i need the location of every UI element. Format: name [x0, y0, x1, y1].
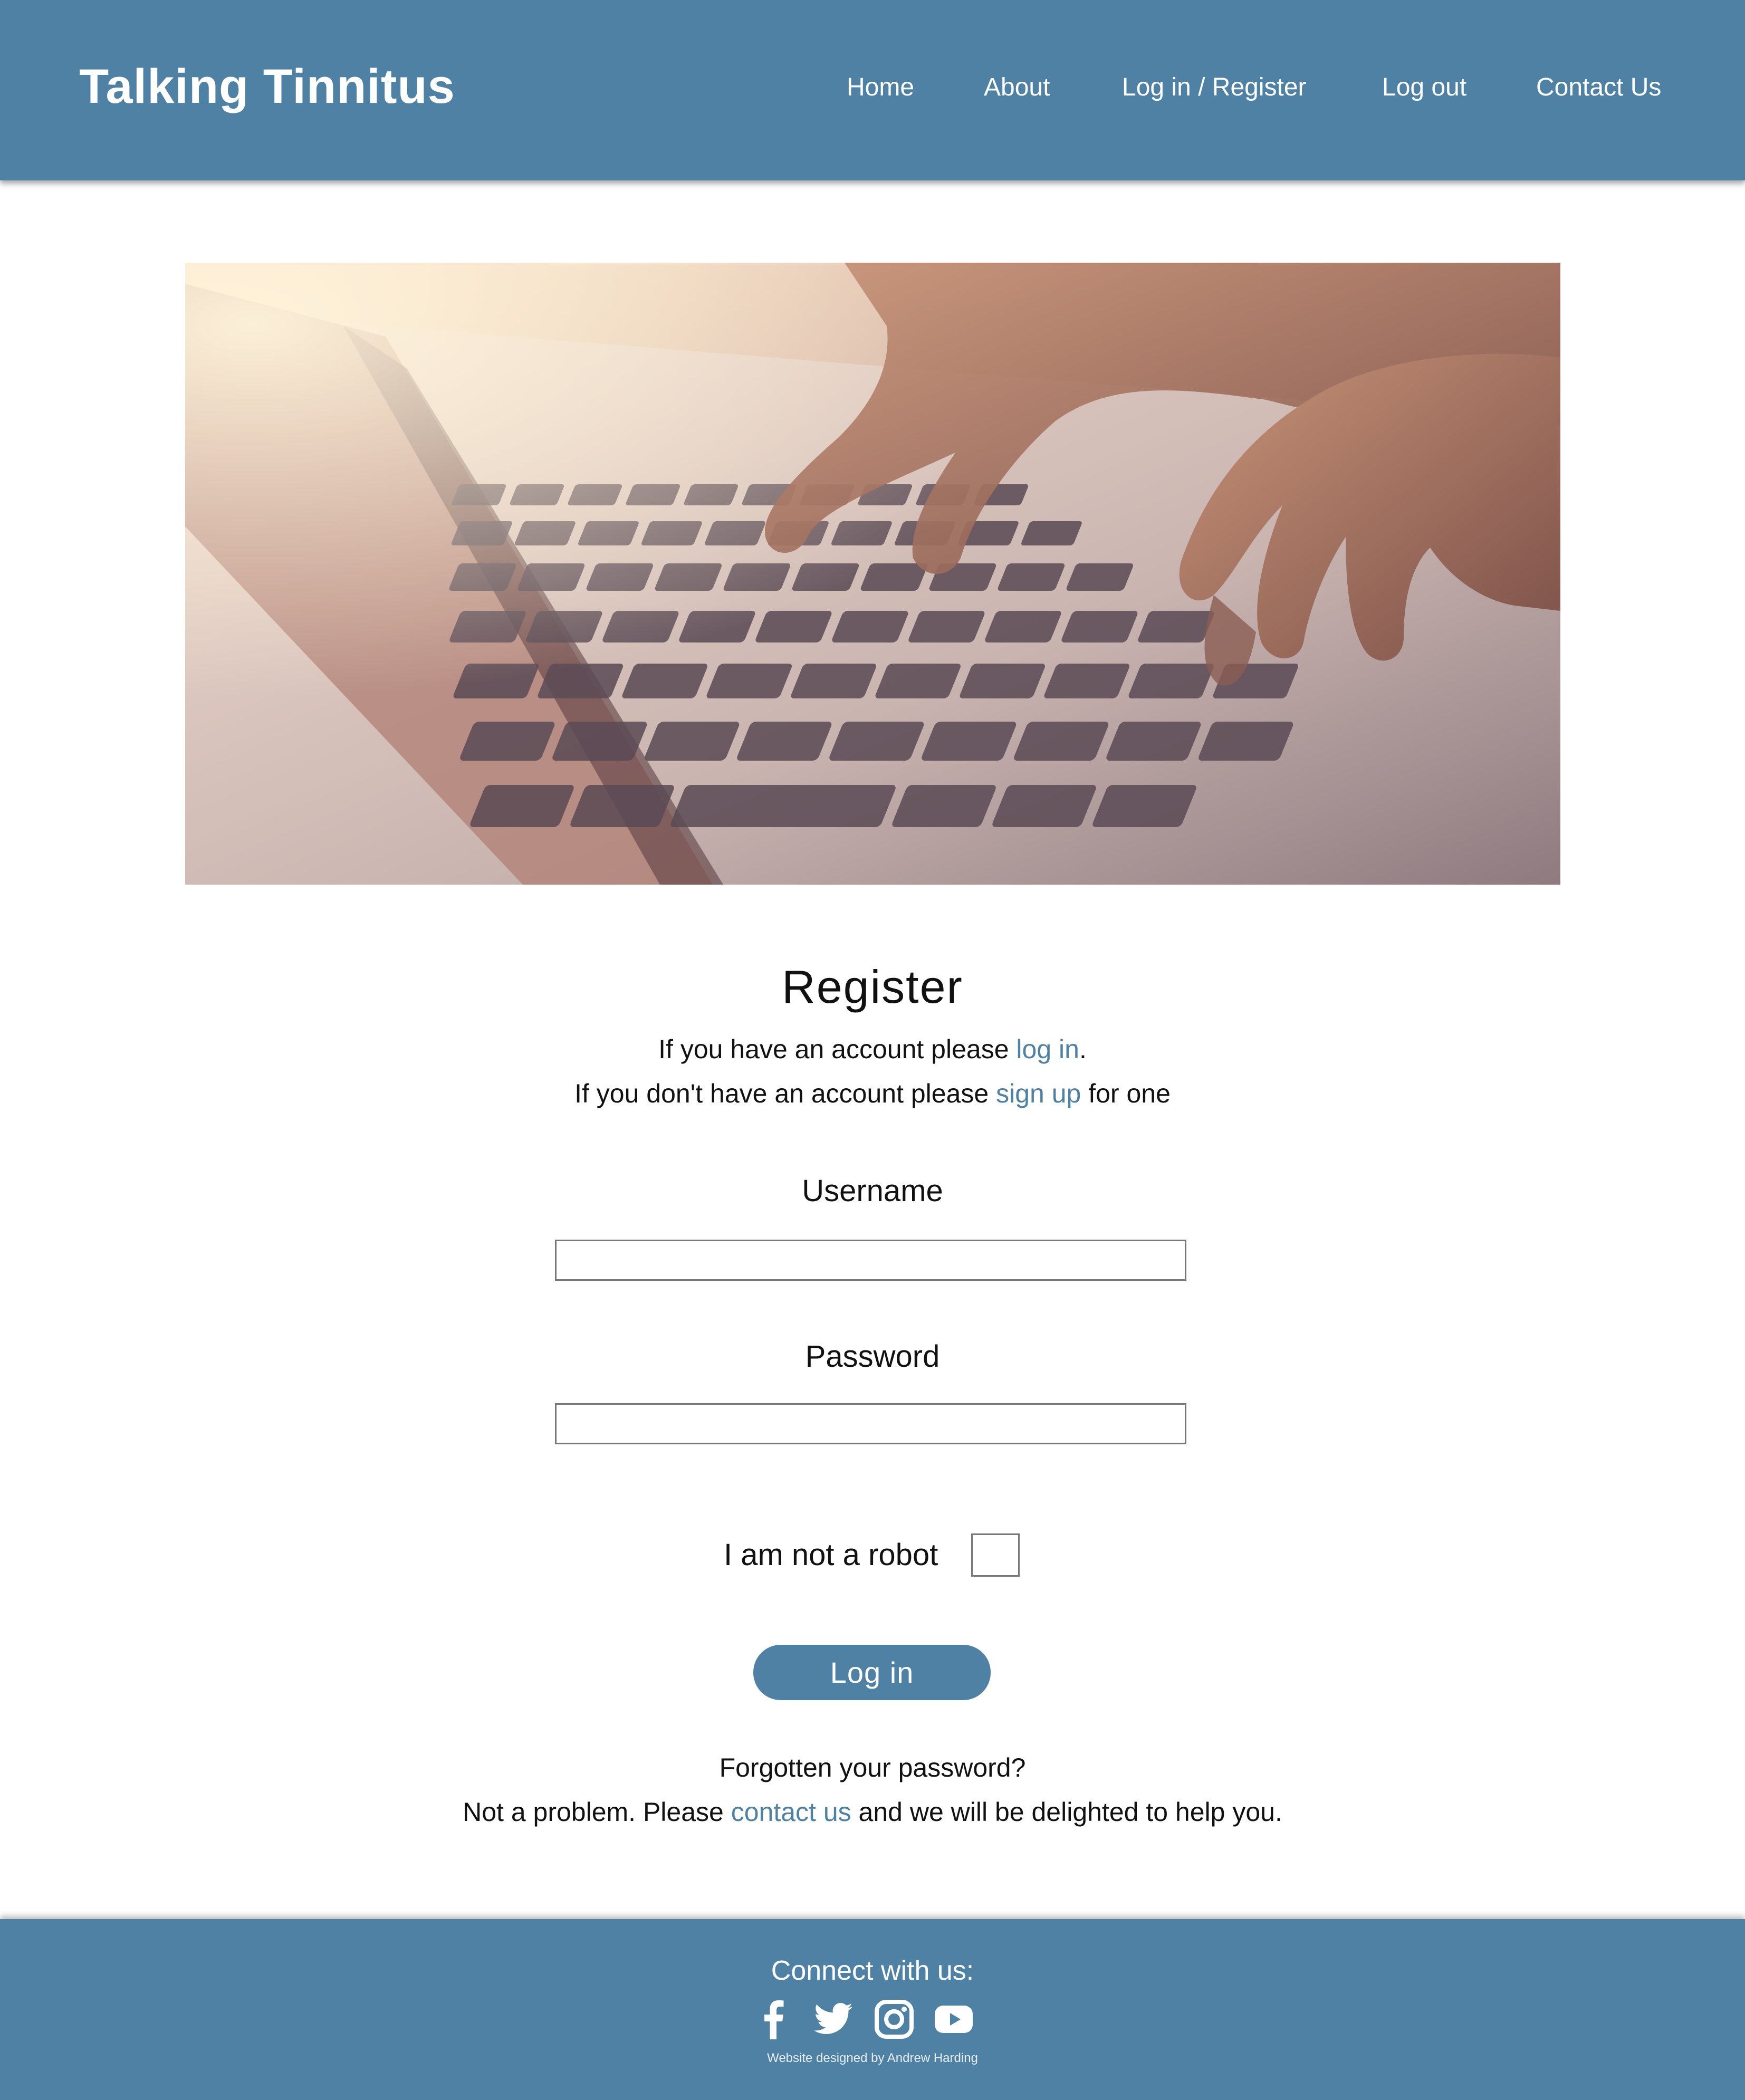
login-prompt-end: .	[1079, 1034, 1087, 1064]
login-button[interactable]: Log in	[753, 1645, 991, 1700]
signup-prompt-end: for one	[1081, 1079, 1171, 1108]
hero-image	[185, 263, 1560, 885]
laptop-typing-photo	[185, 263, 1560, 885]
main-nav: Home About Log in / Register Log out Con…	[0, 73, 1745, 104]
robot-checkbox[interactable]	[971, 1533, 1020, 1577]
signup-prompt: If you don't have an account please sign…	[0, 1078, 1745, 1109]
connect-heading: Connect with us:	[771, 1955, 974, 1986]
designer-credit: Website designed by Andrew Harding	[767, 2051, 978, 2065]
forgot-password-text: Forgotten your password?	[719, 1753, 1026, 1782]
login-prompt: If you have an account please log in.	[0, 1034, 1745, 1065]
contact-us-link[interactable]: contact us	[731, 1797, 851, 1827]
signup-link[interactable]: sign up	[996, 1079, 1081, 1108]
site-header: Talking Tinnitus Home About Log in / Reg…	[0, 0, 1745, 180]
page-title: Register	[782, 961, 963, 1013]
login-link[interactable]: log in	[1016, 1034, 1079, 1064]
help-text-end: and we will be delighted to help you.	[851, 1797, 1282, 1827]
nav-home[interactable]: Home	[847, 73, 914, 102]
password-label: Password	[805, 1339, 940, 1374]
help-text-start: Not a problem. Please	[463, 1797, 731, 1827]
facebook-icon[interactable]	[753, 1998, 795, 2040]
nav-contact-us[interactable]: Contact Us	[1536, 73, 1661, 102]
help-text: Not a problem. Please contact us and we …	[0, 1797, 1745, 1827]
signup-prompt-text: If you don't have an account please	[574, 1079, 996, 1108]
username-label: Username	[802, 1174, 943, 1208]
username-field[interactable]	[555, 1240, 1186, 1281]
twitter-icon[interactable]	[812, 1998, 855, 2040]
password-field[interactable]	[555, 1403, 1186, 1444]
robot-check-label: I am not a robot	[724, 1538, 938, 1572]
nav-login-register[interactable]: Log in / Register	[1122, 73, 1307, 102]
nav-logout[interactable]: Log out	[1382, 73, 1466, 102]
site-footer: Connect with us: Website designed by And…	[0, 1919, 1745, 2100]
login-prompt-text: If you have an account please	[658, 1034, 1017, 1064]
youtube-icon[interactable]	[933, 1998, 975, 2040]
instagram-icon[interactable]	[873, 1998, 915, 2040]
nav-about[interactable]: About	[984, 73, 1050, 102]
